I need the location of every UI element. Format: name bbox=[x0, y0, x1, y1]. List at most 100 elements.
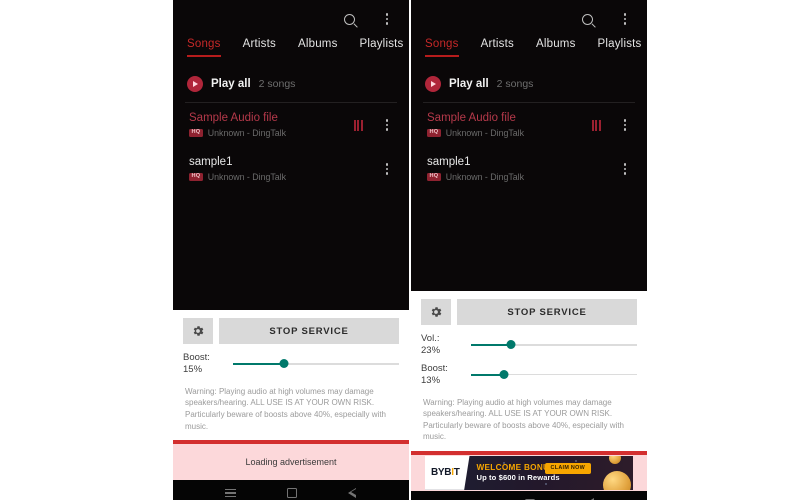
gear-icon bbox=[193, 326, 204, 336]
warning-text: Warning: Playing audio at high volumes m… bbox=[185, 386, 386, 431]
tab-songs[interactable]: Songs bbox=[425, 38, 459, 57]
slider-thumb[interactable] bbox=[506, 340, 516, 350]
song-subtitle: HQ Unknown - DingTalk bbox=[427, 128, 584, 138]
right-phone-panel: Songs Artists Albums Playlists Play all … bbox=[411, 0, 647, 500]
settings-gear-button[interactable] bbox=[421, 299, 451, 325]
tab-playlists[interactable]: Playlists bbox=[598, 38, 642, 57]
tab-artists[interactable]: Artists bbox=[481, 38, 514, 57]
right-topbar bbox=[411, 0, 647, 38]
recents-icon[interactable] bbox=[224, 488, 236, 498]
bybit-brand-prefix: BYB bbox=[431, 467, 452, 479]
overflow-menu-icon[interactable] bbox=[615, 9, 635, 29]
right-tab-bar: Songs Artists Albums Playlists bbox=[411, 38, 647, 68]
play-all-label: Play all bbox=[449, 78, 489, 90]
boost-slider-row: Boost: 13% bbox=[421, 363, 637, 387]
song-overflow-menu-icon[interactable] bbox=[615, 115, 635, 135]
right-android-navbar bbox=[411, 490, 647, 500]
left-tab-bar: Songs Artists Albums Playlists bbox=[173, 38, 409, 68]
tab-playlists[interactable]: Playlists bbox=[360, 38, 404, 57]
play-icon bbox=[187, 76, 203, 92]
slider-fill bbox=[233, 362, 285, 365]
table-row[interactable]: Sample Audio file HQ Unknown - DingTalk bbox=[411, 103, 647, 147]
equalizer-bars-icon bbox=[353, 119, 363, 131]
tab-artists[interactable]: Artists bbox=[243, 38, 276, 57]
song-overflow-menu-icon[interactable] bbox=[377, 159, 397, 179]
volume-value: 23% bbox=[421, 344, 441, 356]
volume-slider-row: Vol.: 23% bbox=[421, 333, 637, 357]
back-icon[interactable] bbox=[348, 487, 357, 498]
bybit-brand-suffix: T bbox=[453, 467, 460, 479]
gear-icon bbox=[431, 307, 442, 317]
song-title: sample1 bbox=[427, 156, 471, 168]
song-subtitle: HQ Unknown - DingTalk bbox=[189, 172, 369, 182]
right-service-row: STOP SERVICE bbox=[421, 299, 637, 325]
bybit-ad-creative[interactable]: BYB I T WELCOME BONUS Up to $600 in Reward… bbox=[425, 455, 633, 490]
boost-slider[interactable] bbox=[471, 368, 637, 382]
play-icon bbox=[425, 76, 441, 92]
song-info: Sample Audio file HQ Unknown - DingTalk bbox=[427, 112, 584, 138]
table-row[interactable]: sample1 HQ Unknown - DingTalk bbox=[173, 147, 409, 191]
left-play-all-row[interactable]: Play all 2 songs bbox=[173, 68, 409, 102]
song-artist: Unknown - DingTalk bbox=[445, 128, 525, 138]
boost-label-group: Boost: 13% bbox=[421, 363, 463, 387]
song-artist: Unknown - DingTalk bbox=[445, 172, 525, 182]
ad-loading-label: Loading advertisement bbox=[245, 457, 337, 468]
song-info: sample1 HQ Unknown - DingTalk bbox=[189, 156, 369, 182]
song-count-label: 2 songs bbox=[496, 78, 534, 90]
table-row[interactable]: sample1 HQ Unknown - DingTalk bbox=[411, 147, 647, 191]
boost-slider[interactable] bbox=[233, 357, 399, 371]
spark-dot bbox=[575, 459, 577, 462]
boost-label: Boost: bbox=[421, 362, 448, 374]
home-icon[interactable] bbox=[287, 488, 298, 499]
song-overflow-menu-icon[interactable] bbox=[377, 115, 397, 135]
left-android-navbar bbox=[173, 480, 409, 500]
song-title: Sample Audio file bbox=[427, 112, 516, 124]
right-play-all-row[interactable]: Play all 2 songs bbox=[411, 68, 647, 102]
stop-service-button[interactable]: STOP SERVICE bbox=[219, 318, 399, 344]
left-list-empty-space bbox=[173, 191, 409, 310]
boost-value: 15% bbox=[183, 363, 203, 375]
table-row[interactable]: Sample Audio file HQ Unknown - DingTalk bbox=[173, 103, 409, 147]
search-icon[interactable] bbox=[339, 9, 359, 29]
right-list-empty-space bbox=[411, 191, 647, 291]
hq-badge: HQ bbox=[427, 129, 441, 137]
song-subtitle: HQ Unknown - DingTalk bbox=[189, 128, 346, 138]
slider-thumb[interactable] bbox=[499, 370, 509, 380]
song-artist: Unknown - DingTalk bbox=[207, 172, 287, 182]
boost-label: Boost: bbox=[183, 352, 210, 363]
left-controls: STOP SERVICE Boost: 15% Warning: Playing… bbox=[173, 310, 409, 441]
tab-songs[interactable]: Songs bbox=[187, 38, 221, 57]
boost-label-group: Boost: 15% bbox=[183, 352, 225, 376]
warning-text: Warning: Playing audio at high volumes m… bbox=[423, 397, 624, 442]
song-overflow-menu-icon[interactable] bbox=[615, 159, 635, 179]
right-ad-banner[interactable]: BYB I T WELCOME BONUS Up to $600 in Reward… bbox=[411, 450, 647, 491]
search-icon[interactable] bbox=[577, 9, 597, 29]
right-music-app: Songs Artists Albums Playlists Play all … bbox=[411, 0, 647, 291]
tab-albums[interactable]: Albums bbox=[298, 38, 338, 57]
hq-badge: HQ bbox=[189, 129, 203, 137]
volume-label: Vol.: bbox=[421, 333, 440, 344]
hq-badge: HQ bbox=[427, 173, 441, 181]
song-artist: Unknown - DingTalk bbox=[207, 128, 287, 138]
right-controls: STOP SERVICE Vol.: 23% Boost: 13% Warnin… bbox=[411, 291, 647, 451]
tab-albums[interactable]: Albums bbox=[536, 38, 576, 57]
song-subtitle: HQ Unknown - DingTalk bbox=[427, 172, 607, 182]
song-count-label: 2 songs bbox=[258, 78, 296, 90]
left-ad-banner[interactable]: Loading advertisement bbox=[173, 440, 409, 481]
bybit-logo: BYB I T bbox=[425, 455, 470, 490]
play-all-label: Play all bbox=[211, 78, 251, 90]
coin-small-icon bbox=[609, 455, 621, 464]
slider-fill bbox=[471, 343, 511, 346]
volume-slider[interactable] bbox=[471, 338, 637, 352]
stop-service-button[interactable]: STOP SERVICE bbox=[457, 299, 637, 325]
equalizer-bars-icon bbox=[591, 119, 601, 131]
bybit-cta-button[interactable]: CLAIM NOW bbox=[544, 462, 591, 474]
slider-thumb[interactable] bbox=[279, 359, 289, 369]
settings-gear-button[interactable] bbox=[183, 318, 213, 344]
boost-slider-row: Boost: 15% bbox=[183, 352, 399, 376]
overflow-menu-icon[interactable] bbox=[377, 9, 397, 29]
left-service-row: STOP SERVICE bbox=[183, 318, 399, 344]
bybit-subline: Up to $600 in Rewards bbox=[476, 473, 560, 483]
left-topbar bbox=[173, 0, 409, 38]
song-title: Sample Audio file bbox=[189, 112, 278, 124]
